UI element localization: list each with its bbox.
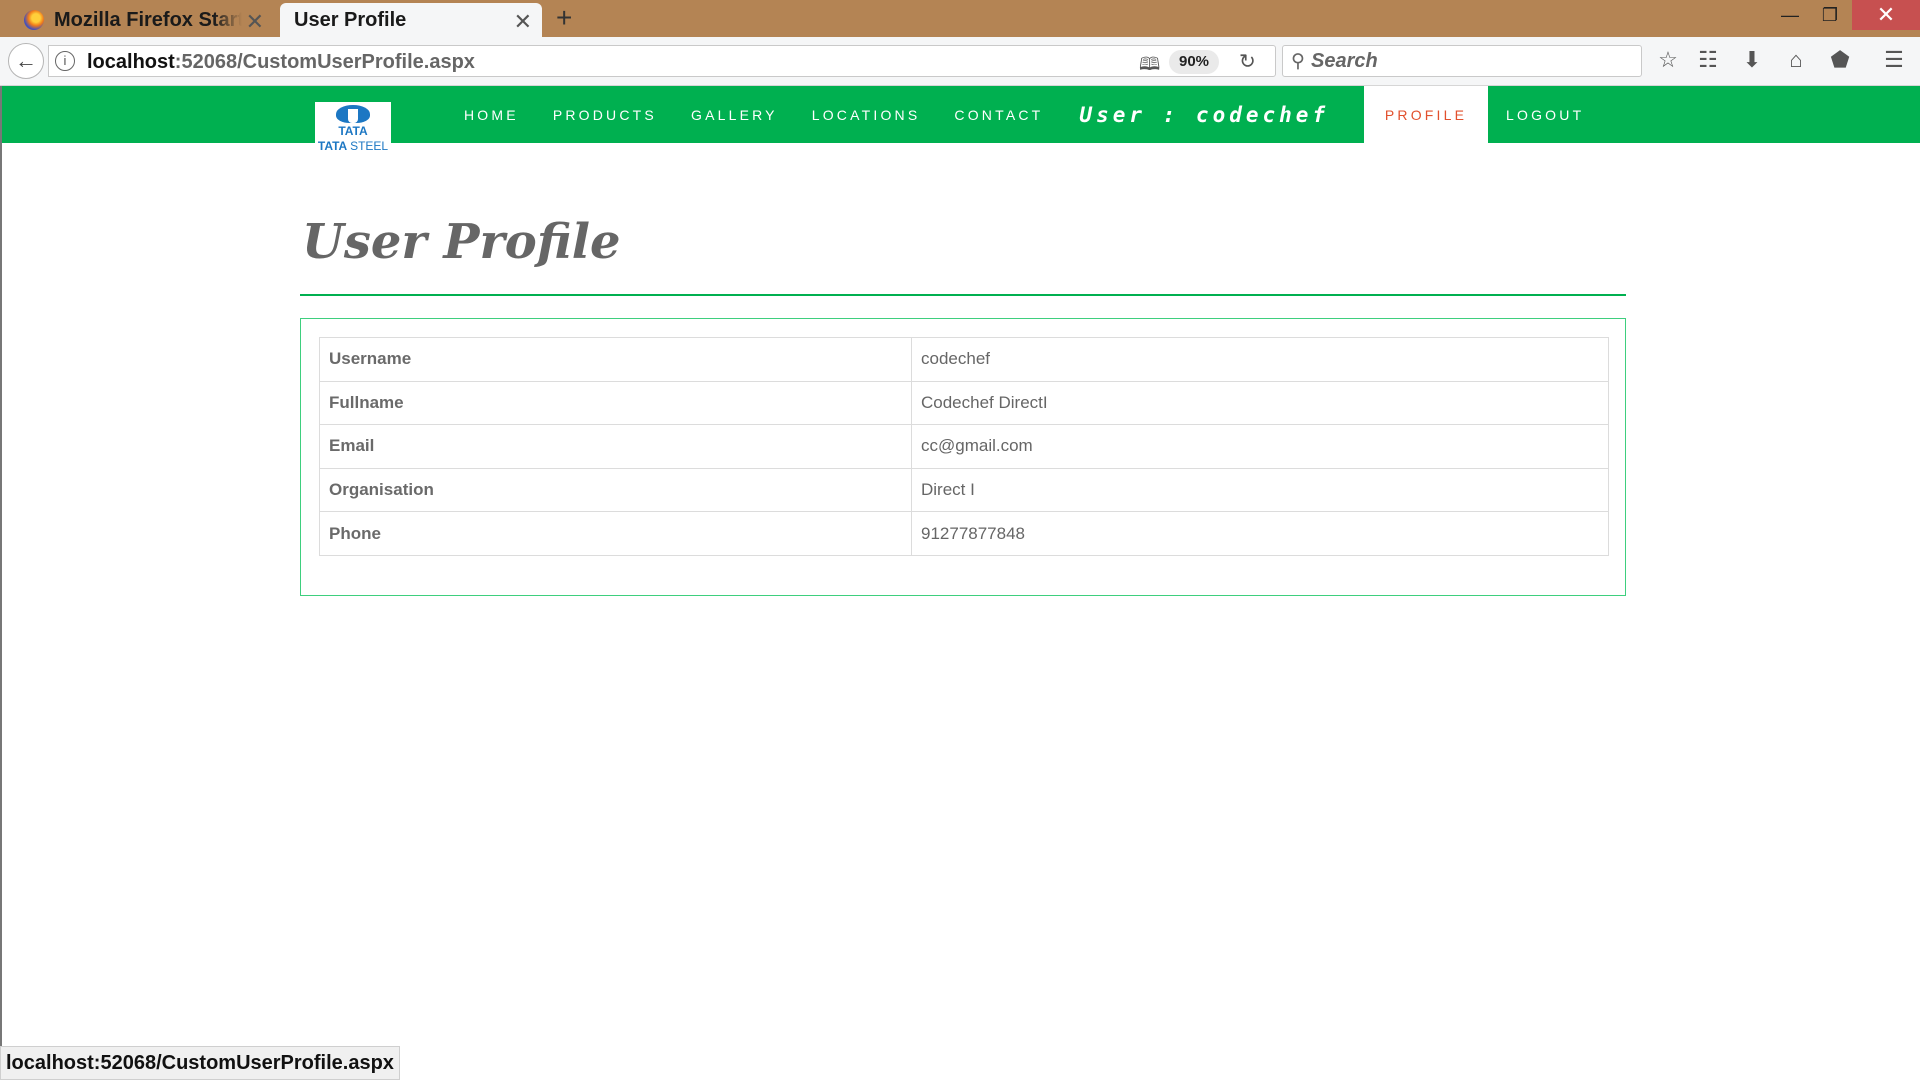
- logo-wordmark: TATA: [338, 124, 368, 138]
- page-viewport: TATA TATA STEEL HOME PRODUCTS GALLERY LO…: [0, 86, 1920, 1080]
- info-icon[interactable]: i: [55, 51, 75, 71]
- download-icon[interactable]: ⬇: [1738, 47, 1766, 73]
- title-divider: [300, 294, 1626, 296]
- close-window-icon[interactable]: ✕: [1852, 0, 1920, 30]
- url-host: localhost: [87, 51, 175, 73]
- current-user-label: User : codechef: [1079, 102, 1330, 127]
- table-row: Phone 91277877848: [319, 511, 1609, 556]
- username-label: Username: [319, 337, 912, 382]
- restore-window-icon[interactable]: ❐: [1802, 0, 1858, 30]
- phone-value: 91277877848: [911, 511, 1609, 556]
- url-text[interactable]: localhost:52068/CustomUserProfile.aspx: [87, 51, 475, 74]
- menu-item-profile[interactable]: PROFILE: [1364, 86, 1488, 143]
- email-value: cc@gmail.com: [911, 424, 1609, 469]
- menu-item-home[interactable]: HOME: [464, 107, 519, 123]
- bookmark-star-icon[interactable]: ☆: [1654, 47, 1682, 73]
- url-path: :52068/CustomUserProfile.aspx: [174, 51, 475, 73]
- username-value: codechef: [911, 337, 1609, 382]
- menu-item-gallery[interactable]: GALLERY: [691, 107, 778, 123]
- address-bar[interactable]: i localhost:52068/CustomUserProfile.aspx…: [48, 45, 1276, 77]
- bookmarks-library-icon[interactable]: ☷: [1694, 47, 1722, 73]
- email-label: Email: [319, 424, 912, 469]
- tab-user-profile[interactable]: User Profile ✕: [280, 3, 542, 37]
- zoom-level-badge[interactable]: 90%: [1169, 50, 1220, 74]
- profile-table: Username codechef Fullname Codechef Dire…: [319, 337, 1609, 556]
- reload-icon[interactable]: ↻: [1239, 49, 1256, 74]
- table-row: Email cc@gmail.com: [319, 424, 1609, 469]
- close-tab-icon[interactable]: ✕: [514, 9, 532, 35]
- tata-steel-logo[interactable]: TATA TATA STEEL: [315, 102, 391, 154]
- site-menu: HOME PRODUCTS GALLERY LOCATIONS CONTACT …: [464, 86, 1345, 143]
- menu-item-logout[interactable]: LOGOUT: [1506, 86, 1584, 143]
- new-tab-button[interactable]: +: [556, 2, 572, 34]
- organisation-value: Direct I: [911, 467, 1609, 513]
- search-icon: ⚲: [1291, 51, 1305, 72]
- home-icon[interactable]: ⌂: [1782, 47, 1810, 73]
- table-row: Username codechef: [319, 337, 1609, 382]
- site-header: TATA TATA STEEL HOME PRODUCTS GALLERY LO…: [2, 86, 1920, 154]
- page-title: User Profile: [302, 214, 621, 270]
- tab-title: User Profile: [294, 8, 407, 31]
- profile-panel: Username codechef Fullname Codechef Dire…: [300, 318, 1626, 596]
- logo-subtitle: TATA STEEL: [317, 139, 389, 153]
- search-bar[interactable]: ⚲: [1282, 45, 1642, 77]
- tab-title: Mozilla Firefox Start Page: [54, 8, 242, 31]
- fullname-value: Codechef DirectI: [911, 380, 1609, 426]
- menu-icon[interactable]: ☰: [1880, 47, 1908, 73]
- menu-item-locations[interactable]: LOCATIONS: [812, 107, 921, 123]
- browser-title-bar: Mozilla Firefox Start Page ✕ User Profil…: [0, 0, 1920, 37]
- search-input[interactable]: [1311, 49, 1631, 73]
- fullname-label: Fullname: [319, 380, 912, 426]
- pocket-icon[interactable]: ⬟: [1826, 47, 1854, 73]
- close-tab-icon[interactable]: ✕: [246, 9, 264, 35]
- phone-label: Phone: [319, 511, 912, 556]
- menu-item-contact[interactable]: CONTACT: [954, 107, 1043, 123]
- back-icon[interactable]: ←: [8, 43, 44, 79]
- status-bar-url: localhost:52068/CustomUserProfile.aspx: [0, 1046, 400, 1080]
- firefox-icon: [24, 10, 44, 30]
- menu-item-products[interactable]: PRODUCTS: [553, 107, 657, 123]
- table-row: Organisation Direct I: [319, 467, 1609, 513]
- table-row: Fullname Codechef DirectI: [319, 380, 1609, 426]
- tata-logo-icon: [336, 105, 370, 123]
- reader-view-icon[interactable]: 🕮: [1139, 52, 1160, 82]
- browser-nav-bar: ← i localhost:52068/CustomUserProfile.as…: [0, 37, 1920, 86]
- tab-firefox-start[interactable]: Mozilla Firefox Start Page ✕: [24, 3, 274, 37]
- organisation-label: Organisation: [319, 467, 912, 513]
